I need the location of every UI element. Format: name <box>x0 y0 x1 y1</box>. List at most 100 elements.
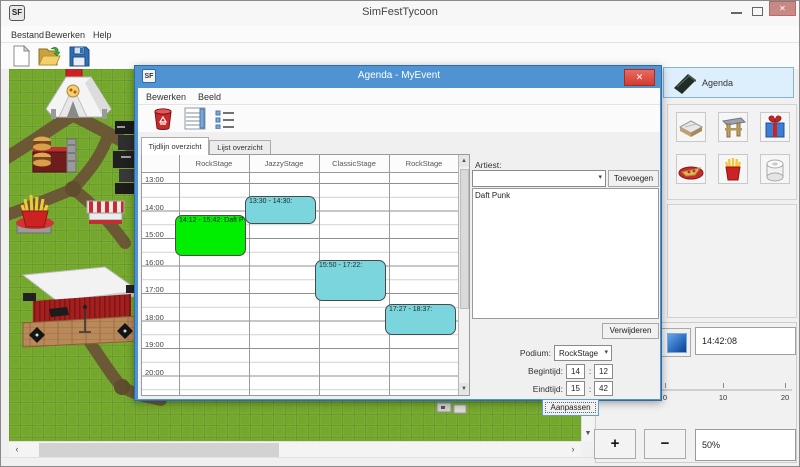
dialog-titlebar[interactable]: SF Agenda - MyEvent <box>135 66 663 88</box>
new-file-icon[interactable] <box>10 45 32 67</box>
start-time-label: Begintijd: <box>498 366 563 376</box>
artist-label: Artiest: <box>475 160 501 170</box>
column-line <box>389 155 390 395</box>
build-pizza-button[interactable] <box>676 154 706 184</box>
path-junction <box>65 181 81 197</box>
timeline-view-icon[interactable] <box>183 106 207 131</box>
start-minute-field[interactable]: 12 <box>594 364 613 379</box>
remove-artist-button[interactable]: Verwijderen <box>602 323 659 339</box>
time-label: 14:00 <box>145 203 175 212</box>
schedule-event[interactable]: 17:27 - 18:37: <box>385 304 456 335</box>
agenda-book-icon <box>672 72 698 94</box>
map-horizontal-scrollbar[interactable]: ‹ › <box>9 441 581 457</box>
column-header: RockStage <box>179 159 249 168</box>
add-artist-button[interactable]: Toevoegen <box>608 170 659 187</box>
scroll-down-icon[interactable]: ▼ <box>459 383 469 395</box>
schedule-event[interactable]: 13:30 - 14:30: <box>245 196 316 224</box>
agenda-button[interactable]: Agenda <box>663 67 794 98</box>
artist-combobox[interactable]: ▾ <box>472 170 606 187</box>
build-groupbox-2 <box>667 204 797 318</box>
striped-stall[interactable] <box>87 201 124 224</box>
pizza-icon <box>677 155 705 183</box>
slider-label: 10 <box>709 393 737 402</box>
time-label: 20:00 <box>145 368 175 377</box>
build-gift-button[interactable] <box>760 112 790 142</box>
tab-lijst-overzicht[interactable]: Lijst overzicht <box>209 140 271 155</box>
slider-tick <box>665 383 666 388</box>
stage-platform-icon <box>677 113 705 141</box>
slider-tick <box>785 383 786 388</box>
zoom-out-button[interactable]: − <box>644 429 686 459</box>
time-label: 15:00 <box>145 230 175 239</box>
schedule-event[interactable]: 15:50 - 17:22: <box>315 260 386 301</box>
toilet-paper-icon <box>761 155 789 183</box>
build-stage-platform-button[interactable] <box>676 112 706 142</box>
column-header: JazzyStage <box>249 159 319 168</box>
scroll-right-icon[interactable]: › <box>565 442 581 458</box>
dialog-body: Bewerken Beeld <box>138 88 660 399</box>
column-header: RockStage <box>389 159 459 168</box>
podium-combobox-value: RockStage <box>559 349 598 358</box>
tab-tijdlijn-overzicht[interactable]: Tijdlijn overzicht <box>141 137 209 155</box>
zoom-in-button[interactable]: + <box>594 429 636 459</box>
dialog-toolbar <box>138 105 660 132</box>
podium-label: Podium: <box>494 348 551 358</box>
agenda-button-label: Agenda <box>702 78 733 88</box>
build-toilet-paper-button[interactable] <box>760 154 790 184</box>
agenda-dialog: SF Agenda - MyEvent ✕ Bewerken Beeld <box>134 65 662 401</box>
schedule-scrollbar[interactable]: ▲ ▼ <box>458 155 469 395</box>
time-label: 17:00 <box>145 285 175 294</box>
menu-help[interactable]: Help <box>93 30 112 40</box>
dialog-menu-beeld[interactable]: Beeld <box>198 92 221 102</box>
slider-tick <box>723 383 724 388</box>
clock-display: 14:42:08 <box>695 327 796 355</box>
time-label: 19:00 <box>145 340 175 349</box>
apply-button[interactable]: Aanpassen <box>542 399 599 416</box>
delete-icon[interactable] <box>152 107 174 130</box>
close-button[interactable]: ✕ <box>769 1 796 16</box>
menu-bewerken[interactable]: Bewerken <box>45 30 85 40</box>
chevron-down-icon: ▾ <box>598 173 602 181</box>
window-titlebar[interactable]: SF SimFestTycoon <box>1 1 799 26</box>
column-header: ClassicStage <box>319 159 389 168</box>
scroll-left-icon[interactable]: ‹ <box>9 442 25 458</box>
chevron-down-icon: ▾ <box>604 348 608 356</box>
schedule-table[interactable]: RockStage JazzyStage ClassicStage RockSt… <box>141 154 470 396</box>
podium-combobox[interactable]: RockStage ▾ <box>554 345 612 361</box>
scroll-up-icon[interactable]: ▲ <box>459 155 469 167</box>
small-structure[interactable] <box>437 403 466 413</box>
time-colon: : <box>587 366 593 376</box>
slider-label: 20 <box>771 393 799 402</box>
end-minute-field[interactable]: 42 <box>594 381 613 396</box>
time-label: 13:00 <box>145 175 175 184</box>
column-line <box>249 155 250 395</box>
minimize-button[interactable] <box>731 12 742 14</box>
path-junction <box>114 379 130 395</box>
maximize-button[interactable] <box>752 7 763 16</box>
dialog-title: Agenda - MyEvent <box>135 70 663 81</box>
column-line <box>179 155 180 395</box>
main-stage[interactable] <box>23 267 139 347</box>
artist-listbox[interactable]: Daft Punk <box>472 188 659 319</box>
fries-icon <box>719 155 747 183</box>
schedule-event-selected[interactable]: 14:12 - 15:42: Daft P <box>175 215 246 256</box>
scrollbar-thumb[interactable] <box>460 169 469 309</box>
time-colon: : <box>587 384 593 394</box>
artist-list-item[interactable]: Daft Punk <box>475 191 510 200</box>
app-window: SF SimFestTycoon ✕ Bestand Bewerken Help <box>0 0 800 467</box>
list-view-icon[interactable] <box>214 108 236 129</box>
zoom-level-display: 50% <box>695 429 796 461</box>
gift-icon <box>761 113 789 141</box>
open-file-icon[interactable] <box>37 45 61 67</box>
time-label: 18:00 <box>145 313 175 322</box>
menu-bar <box>1 26 799 43</box>
scrollbar-thumb[interactable] <box>39 443 279 457</box>
dialog-menu-bewerken[interactable]: Bewerken <box>146 92 186 102</box>
build-gate-button[interactable] <box>718 112 748 142</box>
build-fries-button[interactable] <box>718 154 748 184</box>
end-hour-field[interactable]: 15 <box>566 381 585 396</box>
menu-bestand[interactable]: Bestand <box>11 30 44 40</box>
save-file-icon[interactable] <box>68 45 90 67</box>
dialog-close-button[interactable]: ✕ <box>624 69 655 86</box>
start-hour-field[interactable]: 14 <box>566 364 585 379</box>
